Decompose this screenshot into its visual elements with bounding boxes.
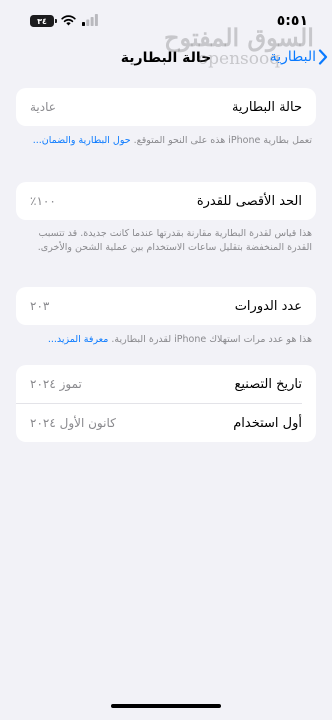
battery-icon: ٣٤ xyxy=(30,15,57,27)
max-capacity-card: الحد الأقصى للقدرة ١٠٠٪ xyxy=(16,182,316,220)
manufacture-date-row: تاريخ التصنيع تموز ٢٠٢٤ xyxy=(16,365,316,403)
max-capacity-footnote: هذا قياس لقدرة البطارية مقارنة بقدرتها ع… xyxy=(18,227,312,255)
max-capacity-row: الحد الأقصى للقدرة ١٠٠٪ xyxy=(16,182,316,220)
max-capacity-note: هذا قياس لقدرة البطارية مقارنة بقدرتها ع… xyxy=(37,228,312,253)
battery-health-note: تعمل بطارية iPhone هذه على النحو المتوقع… xyxy=(133,135,312,146)
battery-level: ٣٤ xyxy=(37,16,47,26)
max-capacity-value: ١٠٠٪ xyxy=(30,194,56,208)
cycle-count-row: عدد الدورات ٢٠٣ xyxy=(16,287,316,325)
back-button-label: البطارية xyxy=(269,49,316,65)
learn-more-link[interactable]: معرفة المزيد... xyxy=(48,334,109,345)
dates-card: تاريخ التصنيع تموز ٢٠٢٤ أول استخدام كانو… xyxy=(16,365,316,442)
manufacture-date-value: تموز ٢٠٢٤ xyxy=(30,377,82,391)
clock: ٥:٥١ xyxy=(276,13,308,29)
first-use-value: كانون الأول ٢٠٢٤ xyxy=(30,416,116,430)
max-capacity-label: الحد الأقصى للقدرة xyxy=(196,193,302,209)
battery-health-value: عادية xyxy=(30,100,56,114)
cycle-count-note: هذا هو عدد مرات استهلاك iPhone لقدرة الب… xyxy=(111,334,312,345)
signal-icon xyxy=(82,14,98,26)
cycle-count-card: عدد الدورات ٢٠٣ xyxy=(16,287,316,325)
cycle-count-value: ٢٠٣ xyxy=(30,299,50,313)
about-battery-warranty-link[interactable]: حول البطارية والضمان... xyxy=(33,135,131,146)
cycle-count-label: عدد الدورات xyxy=(234,298,302,314)
home-indicator[interactable] xyxy=(111,704,221,708)
battery-health-label: حالة البطارية xyxy=(231,99,302,115)
manufacture-date-label: تاريخ التصنيع xyxy=(234,376,302,392)
chevron-right-icon xyxy=(318,49,328,65)
navigation-bar: حالة البطارية البطارية xyxy=(0,42,332,76)
battery-health-card: حالة البطارية عادية xyxy=(16,88,316,126)
first-use-label: أول استخدام xyxy=(233,415,302,431)
cycle-count-footnote: هذا هو عدد مرات استهلاك iPhone لقدرة الب… xyxy=(18,333,312,347)
status-bar: ٣٤ ٥:٥١ xyxy=(0,0,332,42)
wifi-icon xyxy=(61,15,76,26)
first-use-row: أول استخدام كانون الأول ٢٠٢٤ xyxy=(16,404,316,442)
battery-health-footnote: تعمل بطارية iPhone هذه على النحو المتوقع… xyxy=(18,134,312,148)
battery-health-row: حالة البطارية عادية xyxy=(16,88,316,126)
back-button[interactable]: البطارية xyxy=(270,49,328,65)
